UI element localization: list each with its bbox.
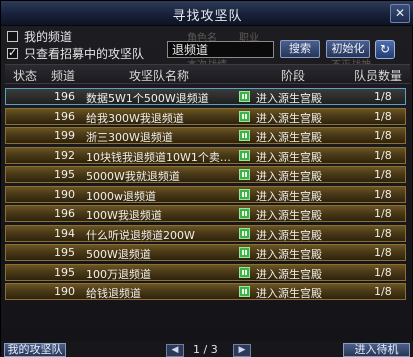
row-channel: 196	[54, 109, 75, 123]
stage-pause-icon	[239, 91, 250, 102]
table-row[interactable]: 194 什么听说退频道200W 进入源生宫殿 1/8	[5, 224, 406, 242]
header-member-count: 队员数量	[354, 69, 403, 83]
table-row[interactable]: 190 1000w退频道 进入源生宫殿 1/8	[5, 185, 406, 203]
prev-page-button[interactable]: ◀	[166, 344, 184, 357]
row-team-name: 100W我退频道	[86, 209, 162, 222]
row-member-count: 1/8	[374, 168, 392, 181]
row-team-name: 数据5W1个500W退频道	[86, 92, 209, 105]
row-member-count: 1/8	[374, 129, 392, 142]
row-team-name: 什么听说退频道200W	[86, 228, 195, 242]
row-channel: 199	[54, 129, 75, 142]
search-button[interactable]: 搜索	[280, 40, 320, 58]
table-row[interactable]: 199 浙三300W退频道 进入源生宫殿 1/8	[5, 127, 406, 144]
row-channel: 192	[54, 148, 75, 162]
row-stage: 进入源生宫殿	[256, 111, 322, 125]
row-member-count: 1/8	[374, 109, 392, 123]
row-stage: 进入源生宫殿	[256, 131, 322, 144]
row-member-count: 1/8	[374, 90, 392, 103]
refresh-button[interactable]: ↻	[375, 40, 395, 59]
table-row[interactable]: 196 给我300W我退频道 进入源生宫殿 1/8	[5, 107, 406, 125]
row-stage: 进入源生宫殿	[256, 287, 322, 300]
table-row[interactable]: 192 10块钱我退频道10W1个卖… 进入源生宫殿 1/8	[5, 146, 406, 164]
table-row[interactable]: 195 500W退频道 进入源生宫殿 1/8	[5, 244, 406, 261]
row-stage: 进入源生宫殿	[256, 189, 322, 203]
row-channel: 196	[54, 90, 75, 103]
table-row[interactable]: 195 5000W我就退频道 进入源生宫殿 1/8	[5, 166, 406, 183]
row-member-count: 1/8	[374, 246, 392, 259]
my-raid-team-button[interactable]: 我的攻坚队	[4, 343, 66, 357]
stage-pause-icon	[239, 110, 250, 122]
stage-pause-icon	[239, 227, 250, 239]
row-channel: 196	[54, 207, 75, 220]
row-member-count: 1/8	[374, 265, 392, 279]
stage-pause-icon	[239, 130, 250, 141]
row-team-name: 500W退频道	[86, 248, 151, 261]
row-team-name: 给钱退频道	[86, 287, 141, 300]
row-stage: 进入源生宫殿	[256, 228, 322, 242]
header-status: 状态	[13, 69, 38, 83]
stage-pause-icon	[239, 188, 250, 200]
stage-pause-icon	[239, 247, 250, 258]
row-stage: 进入源生宫殿	[256, 209, 322, 222]
row-stage: 进入源生宫殿	[256, 267, 322, 281]
reset-button[interactable]: 初始化	[326, 40, 370, 58]
stage-pause-icon	[239, 169, 250, 180]
stage-pause-icon	[239, 149, 250, 161]
row-stage: 进入源生宫殿	[256, 170, 322, 183]
enter-standby-button[interactable]: 进入待机	[343, 343, 410, 357]
row-channel: 194	[54, 226, 75, 240]
row-team-name: 1000w退频道	[86, 189, 156, 203]
stage-pause-icon	[239, 286, 250, 297]
my-channel-checkbox[interactable]	[7, 31, 18, 42]
row-member-count: 1/8	[374, 187, 392, 201]
my-channel-label: 我的频道	[24, 30, 73, 44]
header-name: 攻坚队名称	[129, 69, 190, 83]
find-raid-team-window: 寻找攻坚队 ✕ 角色名 职业 本次战绩 不灭战神 我的频道 只查看招募中的攻坚队…	[0, 0, 413, 357]
row-team-name: 5000W我就退频道	[86, 170, 180, 183]
table-row[interactable]: 196 数据5W1个500W退频道 进入源生宫殿 1/8	[5, 88, 406, 105]
next-page-button[interactable]: ▶	[233, 344, 251, 357]
row-member-count: 1/8	[374, 148, 392, 162]
row-team-name: 给我300W我退频道	[86, 111, 184, 125]
window-title: 寻找攻坚队	[172, 9, 243, 24]
recruiting-only-checkbox-row[interactable]: 只查看招募中的攻坚队	[7, 45, 144, 62]
row-team-name: 100万退频道	[86, 267, 151, 281]
row-stage: 进入源生宫殿	[256, 92, 322, 105]
row-team-name: 10块钱我退频道10W1个卖…	[86, 150, 231, 164]
row-channel: 195	[54, 246, 75, 259]
row-channel: 195	[54, 168, 75, 181]
table-header: 状态 频道 攻坚队名称 阶段 队员数量	[5, 64, 410, 84]
row-channel: 190	[54, 187, 75, 201]
title-bar[interactable]: 寻找攻坚队 ✕	[1, 1, 413, 26]
stage-pause-icon	[239, 266, 250, 278]
search-input[interactable]	[167, 41, 274, 58]
stage-pause-icon	[239, 208, 250, 219]
row-member-count: 1/8	[374, 207, 392, 220]
row-channel: 195	[54, 265, 75, 279]
page-indicator: 1 / 3	[193, 343, 218, 356]
close-button[interactable]: ✕	[390, 4, 410, 23]
recruiting-only-checkbox[interactable]	[7, 46, 18, 59]
table-row[interactable]: 190 给钱退频道 进入源生宫殿 1/8	[5, 283, 406, 300]
row-member-count: 1/8	[374, 285, 392, 298]
row-team-name: 浙三300W退频道	[86, 131, 173, 144]
recruiting-only-label: 只查看招募中的攻坚队	[24, 47, 145, 61]
row-stage: 进入源生宫殿	[256, 248, 322, 261]
row-channel: 190	[54, 285, 75, 298]
row-stage: 进入源生宫殿	[256, 150, 322, 164]
header-channel: 频道	[51, 69, 76, 83]
table-row[interactable]: 196 100W我退频道 进入源生宫殿 1/8	[5, 205, 406, 222]
my-channel-checkbox-row[interactable]: 我的频道	[7, 28, 72, 45]
table-row[interactable]: 195 100万退频道 进入源生宫殿 1/8	[5, 263, 406, 281]
header-stage: 阶段	[281, 69, 306, 83]
row-member-count: 1/8	[374, 226, 392, 240]
